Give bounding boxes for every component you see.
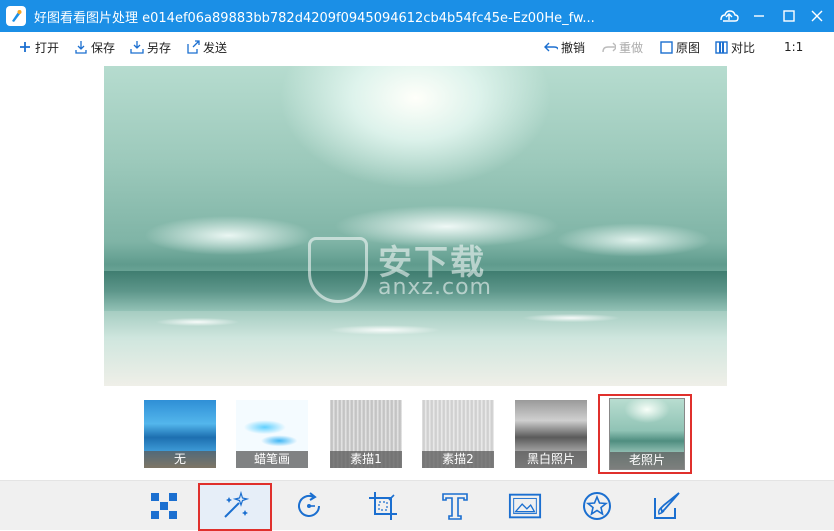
compare-button[interactable]: 对比 [714,39,755,55]
filter-crayon[interactable]: 蜡笔画 [236,400,308,468]
sticker-icon[interactable] [580,489,614,523]
filter-none[interactable]: 无 [144,400,216,468]
open-button[interactable]: 打开 [18,39,59,55]
plus-icon [18,40,32,54]
open-label: 打开 [35,40,60,55]
filter-label: 蜡笔画 [236,451,308,468]
filter-label: 无 [144,451,216,468]
undo-icon [544,40,558,54]
filter-label: 黑白照片 [515,451,587,468]
compare-label: 对比 [731,40,756,55]
send-label: 发送 [203,40,228,55]
save-as-icon [130,40,144,54]
redo-button[interactable]: 重做 [602,39,643,55]
preview-image: 安下载 anxz.com [104,66,727,386]
toolbar: 打开 保存 另存 发送 撤销 重做 原图 对比 1:1 [0,32,834,62]
original-label: 原图 [676,40,701,55]
send-button[interactable]: 发送 [186,39,227,55]
share-icon [186,40,200,54]
minimize-button[interactable] [744,0,774,32]
filter-strip: 无 蜡笔画 素描1 素描2 黑白照片 老照片 [0,392,834,480]
filter-label: 素描1 [330,451,402,468]
redo-icon [602,40,616,54]
canvas-area: 安下载 anxz.com [0,62,834,392]
undo-button[interactable]: 撤销 [544,39,585,55]
save-button[interactable]: 保存 [74,39,115,55]
window-title: 好图看看图片处理 e014ef06a89883bb782d4209f094509… [34,10,594,26]
maximize-button[interactable] [774,0,804,32]
compare-icon [714,40,728,54]
ratio-button[interactable]: 1:1 [784,39,803,55]
original-button[interactable]: 原图 [659,39,700,55]
filter-label: 素描2 [422,451,494,468]
waves [104,306,727,346]
watermark-en: anxz.com [378,275,492,300]
filter-black-white[interactable]: 黑白照片 [515,400,587,468]
frame-icon[interactable] [508,489,542,523]
crop-icon[interactable] [366,489,400,523]
download-icon [74,40,88,54]
mosaic-icon[interactable] [147,489,181,523]
app-logo-icon [6,6,26,26]
skin-icon[interactable] [714,0,744,32]
title-bar: 好图看看图片处理 e014ef06a89883bb782d4209f094509… [0,0,834,32]
filter-old-photo[interactable]: 老照片 [609,398,685,470]
save-as-button[interactable]: 另存 [130,39,171,55]
filter-sketch2[interactable]: 素描2 [422,400,494,468]
original-icon [659,40,673,54]
filter-label: 老照片 [610,452,684,469]
brush-icon[interactable] [650,489,684,523]
filter-sketch1[interactable]: 素描1 [330,400,402,468]
save-label: 保存 [91,40,116,55]
text-icon[interactable] [438,489,472,523]
undo-label: 撤销 [561,40,586,55]
bottom-toolbar [0,480,834,531]
save-as-label: 另存 [147,40,172,55]
redo-label: 重做 [619,40,644,55]
rotate-icon[interactable] [292,489,326,523]
close-button[interactable] [802,0,832,32]
ratio-label: 1:1 [784,40,804,54]
watermark: 安下载 anxz.com [308,231,528,311]
watermark-shield-icon [308,237,368,303]
magic-wand-icon[interactable] [218,489,252,523]
